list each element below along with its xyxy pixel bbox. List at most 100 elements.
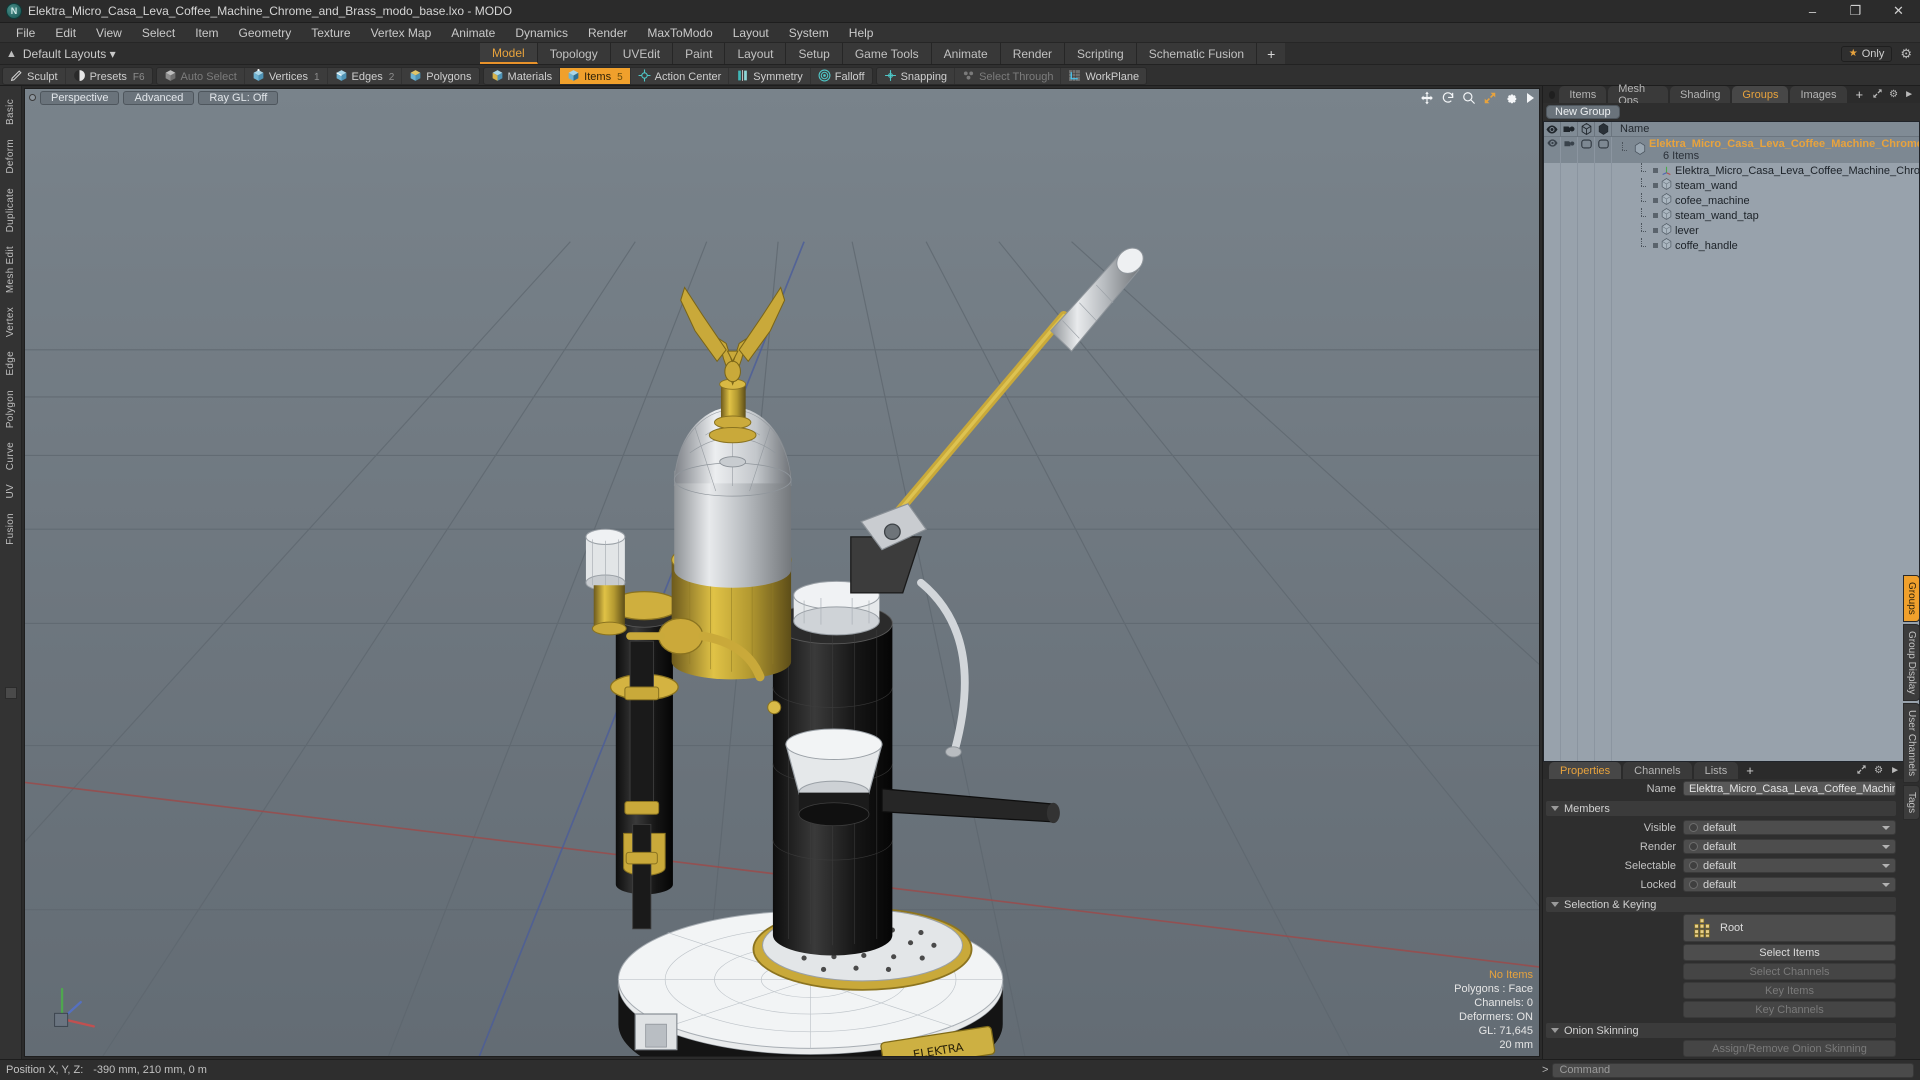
menu-item-edit[interactable]: Edit [45,23,86,43]
left-rail-tab-fusion[interactable]: Fusion [3,506,18,552]
layout-tab-uvedit[interactable]: UVEdit [610,43,674,64]
toolbar-button-auto-select[interactable]: Auto Select [157,68,245,84]
groups-tree[interactable]: Name Elektra_Micro_Casa_Leva_Coffee_Mach… [1543,121,1920,762]
locked-cube-icon[interactable] [1595,122,1612,136]
row-render-toggle[interactable] [1561,137,1578,163]
visible-eye-icon[interactable] [1544,122,1561,136]
move-icon[interactable] [1420,91,1434,105]
minimize-button[interactable]: – [1791,0,1834,23]
member-dropdown-render[interactable]: default [1683,839,1896,854]
vertical-tab-user-channels[interactable]: User Channels [1903,703,1920,784]
layout-tab-animate[interactable]: Animate [931,43,1001,64]
tree-group-row[interactable]: Elektra_Micro_Casa_Leva_Coffee_Machine_C… [1544,137,1919,163]
selectable-cube-icon[interactable] [1578,122,1595,136]
layout-tab-setup[interactable]: Setup [786,43,843,64]
menu-item-view[interactable]: View [86,23,132,43]
viewport-menu-dot-icon[interactable] [29,94,36,101]
add-layout-tab-button[interactable]: + [1257,43,1286,64]
left-rail-tab-deform[interactable]: Deform [3,132,18,181]
properties-tab-lists[interactable]: Lists [1693,762,1739,779]
toolbar-button-workplane[interactable]: WorkPlane [1061,68,1146,84]
add-right-panel-tab-button[interactable]: + [1849,86,1871,103]
vertical-tab-group-display[interactable]: Group Display [1903,623,1920,702]
toolbar-button-presets[interactable]: Presets F6 [66,68,152,84]
toolbar-button-vertices[interactable]: Vertices 1 [245,68,328,84]
arrow-right-icon[interactable]: ► [1890,765,1900,776]
viewport-view-dropdown[interactable]: Perspective [40,90,120,105]
member-radio-icon[interactable] [1689,823,1698,832]
3d-viewport[interactable]: ELEKTRA Perspective Advanced Ray GL: Off… [24,88,1540,1057]
right-panel-tab-items[interactable]: Items [1559,86,1607,103]
menu-item-item[interactable]: Item [185,23,228,43]
axis-gizmo[interactable] [49,976,105,1032]
layout-tab-game-tools[interactable]: Game Tools [842,43,932,64]
properties-tab-channels[interactable]: Channels [1623,762,1692,779]
left-rail-tab-curve[interactable]: Curve [3,435,18,477]
only-toggle-button[interactable]: ★ Only [1840,45,1893,62]
tree-item-row[interactable]: lever [1544,223,1919,238]
layout-tab-layout[interactable]: Layout [725,43,787,64]
right-panel-tab-images[interactable]: Images [1790,86,1847,103]
gear-icon[interactable]: ⚙ [1874,765,1883,776]
member-dropdown-visible[interactable]: default [1683,820,1896,835]
tree-item-row[interactable]: coffe_handle [1544,238,1919,253]
toolbar-button-symmetry[interactable]: Symmetry [729,68,811,84]
left-rail-tab-duplicate[interactable]: Duplicate [3,181,18,239]
layout-tab-schematic-fusion[interactable]: Schematic Fusion [1136,43,1258,64]
left-rail-tab-mesh-edit[interactable]: Mesh Edit [3,239,18,300]
layout-tab-topology[interactable]: Topology [537,43,611,64]
select-channels-button[interactable]: Select Channels [1683,963,1896,980]
left-rail-tab-uv[interactable]: UV [3,477,18,506]
close-button[interactable]: ✕ [1877,0,1920,23]
key-channels-button[interactable]: Key Channels [1683,1001,1896,1018]
toolbar-button-falloff[interactable]: Falloff [811,68,872,84]
left-rail-handle[interactable] [4,687,17,699]
rotate-icon[interactable] [1441,91,1455,105]
menu-item-system[interactable]: System [779,23,839,43]
viewport-raygl-dropdown[interactable]: Ray GL: Off [198,90,279,105]
tree-item-row[interactable]: steam_wand [1544,178,1919,193]
root-selector-button[interactable]: Root [1683,914,1896,942]
expand-panel-icon[interactable] [1856,764,1867,778]
new-group-button[interactable]: New Group [1546,105,1620,119]
command-input[interactable]: Command [1552,1062,1914,1078]
right-panel-tab-groups[interactable]: Groups [1732,86,1789,103]
member-dropdown-selectable[interactable]: default [1683,858,1896,873]
gear-icon[interactable] [1504,91,1518,105]
viewport-shading-dropdown[interactable]: Advanced [123,90,195,105]
toolbar-button-materials[interactable]: Materials [484,68,561,84]
gear-icon[interactable]: ⚙ [1900,46,1912,62]
layout-tab-render[interactable]: Render [1000,43,1066,64]
menu-item-help[interactable]: Help [839,23,884,43]
toolbar-button-select-through[interactable]: Select Through [955,68,1062,84]
toolbar-button-polygons[interactable]: Polygons [402,68,478,84]
toolbar-button-sculpt[interactable]: Sculpt [3,68,66,84]
vertical-tab-tags[interactable]: Tags [1903,785,1920,821]
menu-item-layout[interactable]: Layout [723,23,779,43]
name-input[interactable]: Elektra_Micro_Casa_Leva_Coffee_Machine_C… [1683,781,1896,796]
toolbar-button-snapping[interactable]: Snapping [877,68,956,84]
menu-item-select[interactable]: Select [132,23,185,43]
menu-item-file[interactable]: File [6,23,45,43]
collapse-arrow-icon[interactable]: ▲ [6,48,17,60]
tree-item-row[interactable]: cofee_machine [1544,193,1919,208]
member-radio-icon[interactable] [1689,861,1698,870]
left-rail-tab-vertex[interactable]: Vertex [3,300,18,344]
tree-item-row[interactable]: steam_wand_tap [1544,208,1919,223]
fit-icon[interactable] [1483,91,1497,105]
selection-keying-section-header[interactable]: Selection & Keying [1546,897,1896,912]
row-selectable-toggle[interactable] [1578,137,1595,163]
toolbar-button-action-center[interactable]: Action Center [631,68,730,84]
toolbar-button-edges[interactable]: Edges 2 [328,68,403,84]
menu-item-animate[interactable]: Animate [441,23,505,43]
onion-skinning-section-header[interactable]: Onion Skinning [1546,1023,1896,1038]
default-layouts-dropdown[interactable]: Default Layouts ▾ [23,47,116,61]
key-items-button[interactable]: Key Items [1683,982,1896,999]
menu-item-dynamics[interactable]: Dynamics [505,23,578,43]
left-rail-tab-polygon[interactable]: Polygon [3,383,18,435]
vertical-tab-groups[interactable]: Groups [1903,575,1920,622]
expand-panel-icon[interactable] [1872,88,1883,102]
member-radio-icon[interactable] [1689,880,1698,889]
panel-menu-dot-icon[interactable] [1549,90,1556,99]
tree-item-row[interactable]: Elektra_Micro_Casa_Leva_Coffee_Machine_C… [1544,163,1919,178]
